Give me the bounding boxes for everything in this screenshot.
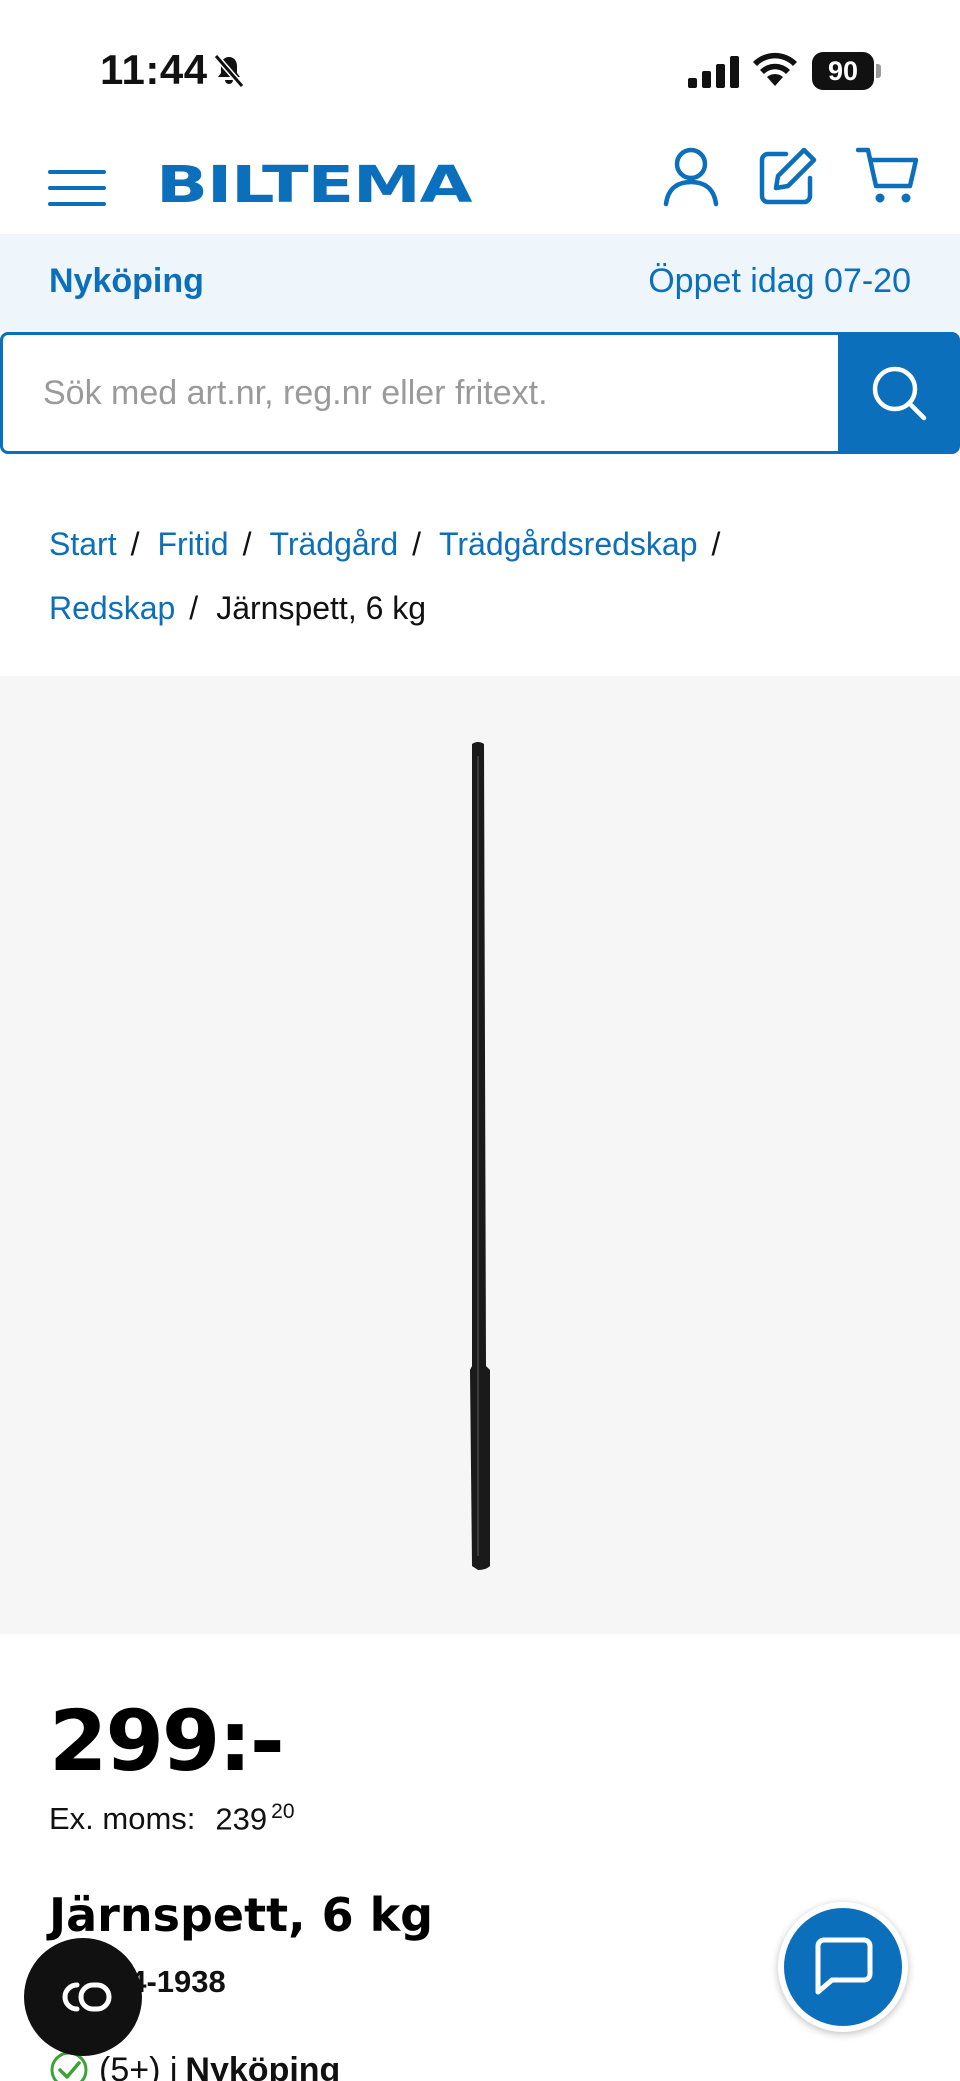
user-icon[interactable] — [662, 146, 720, 208]
stock-store: Nyköping — [185, 2050, 341, 2081]
battery-icon: 90 — [812, 52, 882, 90]
chat-button[interactable] — [778, 1902, 908, 2032]
chat-bubble-icon — [815, 1937, 873, 1995]
search-button[interactable] — [838, 332, 960, 454]
breadcrumb-start[interactable]: Start — [49, 526, 117, 562]
breadcrumb-separator: / — [189, 590, 199, 626]
menu-icon[interactable] — [48, 158, 108, 218]
breadcrumb-separator: / — [130, 526, 140, 562]
stock-count: (5+) i — [99, 2050, 178, 2081]
co-link-button[interactable] — [24, 1938, 142, 2056]
crowbar-image — [470, 742, 490, 1570]
product-price: 299:- — [49, 1692, 285, 1790]
status-time: 11:44 — [100, 46, 208, 93]
search-input[interactable] — [0, 332, 840, 454]
site-header: BILTEMA — [0, 140, 960, 234]
ex-vat-value: 239 — [215, 1801, 268, 1837]
breadcrumb-separator: / — [242, 526, 252, 562]
breadcrumb-separator: / — [711, 526, 721, 562]
signal-icon — [688, 56, 739, 88]
biltema-logo[interactable]: BILTEMA — [156, 150, 473, 222]
edit-icon[interactable] — [758, 146, 818, 206]
bell-off-icon — [213, 54, 245, 88]
store-name[interactable]: Nyköping — [49, 262, 204, 301]
search-icon — [872, 366, 927, 421]
breadcrumb-redskap[interactable]: Redskap — [49, 590, 175, 626]
ex-vat-label: Ex. moms: — [49, 1801, 196, 1837]
ex-vat-decimals: 20 — [271, 1800, 295, 1823]
status-bar: 11:44 90 — [0, 0, 960, 140]
product-title: Järnspett, 6 kg — [49, 1888, 434, 1942]
wifi-icon — [753, 52, 797, 86]
search-bar — [0, 332, 960, 454]
battery-tip — [876, 64, 881, 78]
breadcrumb: Start / Fritid / Trädgård / Trädgårdsredskap / R… — [49, 512, 929, 640]
breadcrumb-separator: / — [412, 526, 422, 562]
breadcrumb-tradgard[interactable]: Trädgård — [269, 526, 398, 562]
battery-level: 90 — [812, 52, 874, 90]
product-image[interactable] — [0, 676, 960, 1634]
price-ex-vat: Ex. moms: 239 20 — [49, 1800, 295, 1837]
co-link-icon — [62, 1982, 112, 2012]
breadcrumb-tradgardsredskap[interactable]: Trädgårdsredskap — [439, 526, 698, 562]
breadcrumb-fritid[interactable]: Fritid — [157, 526, 228, 562]
store-hours[interactable]: Öppet idag 07-20 — [648, 262, 911, 301]
breadcrumb-current: Järnspett, 6 kg — [216, 590, 427, 626]
store-bar: Nyköping Öppet idag 07-20 — [0, 234, 960, 332]
cart-icon[interactable] — [856, 146, 920, 206]
